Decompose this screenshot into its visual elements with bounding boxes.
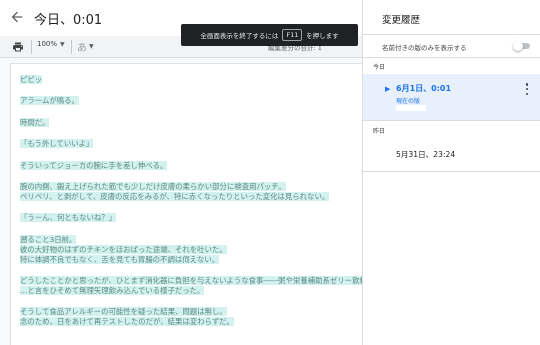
divider — [363, 34, 540, 35]
version-history-panel: 変更履歴 名前付きの版のみを表示する 今日 ▶ 6月1日、0:01 現在の版 昨… — [362, 0, 540, 345]
document-line: ペリペリ、と剥がして、皮膚の反応をみるが、特に赤くなったりといった変化は見られな… — [20, 192, 330, 201]
zoom-select[interactable]: 100% ▼ — [37, 40, 65, 48]
document-line: 念のため、日をあけて再テストしたのだが、結果は変わらずだ。 — [20, 317, 234, 326]
toolbar-divider — [31, 40, 32, 54]
version-date: 6月1日、0:01 — [396, 84, 452, 93]
document-line: アラームが鳴る。 — [20, 96, 79, 105]
toolbar-divider — [71, 40, 72, 54]
document-line: 腕の内側、鍛え上げられた筋でも少しだけ皮膚の柔らかい部分に検査用パッチ。 — [20, 182, 286, 191]
more-vert-icon[interactable] — [523, 82, 531, 96]
version-item[interactable]: 5月31日、23:24 — [363, 136, 540, 172]
document-line: 「もう外していいよ」 — [20, 139, 94, 148]
document-line: どうしたことかと思ったが、ひとまず消化器に負担を与えないような食事――粥や栄養補… — [20, 276, 397, 285]
current-version-label: 現在の版 — [396, 98, 421, 105]
version-date: 5月31日、23:24 — [396, 150, 456, 159]
chevron-down-icon: ▼ — [89, 43, 94, 50]
chevron-down-icon: ▼ — [60, 40, 65, 48]
toast-key: F11 — [282, 29, 303, 41]
named-only-toggle[interactable] — [513, 41, 531, 51]
document-line: …と言をひそめて無理矢理飲み込んでいる様子だった。 — [20, 286, 205, 295]
expand-arrow-icon[interactable]: ▶ — [385, 85, 390, 93]
fullscreen-toast: 全画面表示を終了するには F11 を押します — [181, 24, 358, 46]
editor-area: 今日、0:01 100% ▼ あ ▼ 編集差分の合計: 1 ピピッ アラームが鳴… — [0, 0, 397, 345]
style-value: あ — [77, 43, 87, 54]
document-line: そういってジョーカの腕に手を差し伸べる。 — [20, 161, 168, 170]
print-icon[interactable] — [12, 41, 24, 53]
style-select[interactable]: あ ▼ — [77, 39, 94, 54]
back-arrow-icon[interactable] — [9, 9, 25, 25]
toggle-knob — [513, 41, 523, 51]
page-title: 今日、0:01 — [34, 13, 103, 28]
named-only-label: 名前付きの版のみを表示する — [382, 44, 467, 52]
document-line: そうして食品アレルギーの可能性を疑った結果、問題は無し。 — [20, 307, 227, 316]
section-header-today: 今日 — [363, 57, 540, 74]
zoom-value: 100% — [37, 40, 58, 48]
document-line: 彼の大好物のはずのチキンをほおばった途端、それを吐いた。 — [20, 245, 227, 254]
section-header-yesterday: 昨日 — [363, 120, 540, 136]
toast-text-after: を押します — [306, 32, 339, 40]
redacted-author — [396, 105, 426, 111]
toast-text-before: 全画面表示を終了するには — [200, 32, 279, 40]
document-line: 遡ること3日前。 — [20, 235, 77, 244]
document-line: ピピッ — [20, 75, 43, 84]
document-line: 時間だ。 — [20, 118, 50, 127]
document-line: 「うーん、何ともないね？」 — [20, 213, 117, 222]
version-item-selected[interactable]: ▶ 6月1日、0:01 現在の版 — [363, 74, 540, 120]
panel-title: 変更履歴 — [382, 15, 421, 26]
document-line: 特に体調不良でもなく、舌を見ても胃腸の不調は伺えない。 — [20, 255, 220, 264]
